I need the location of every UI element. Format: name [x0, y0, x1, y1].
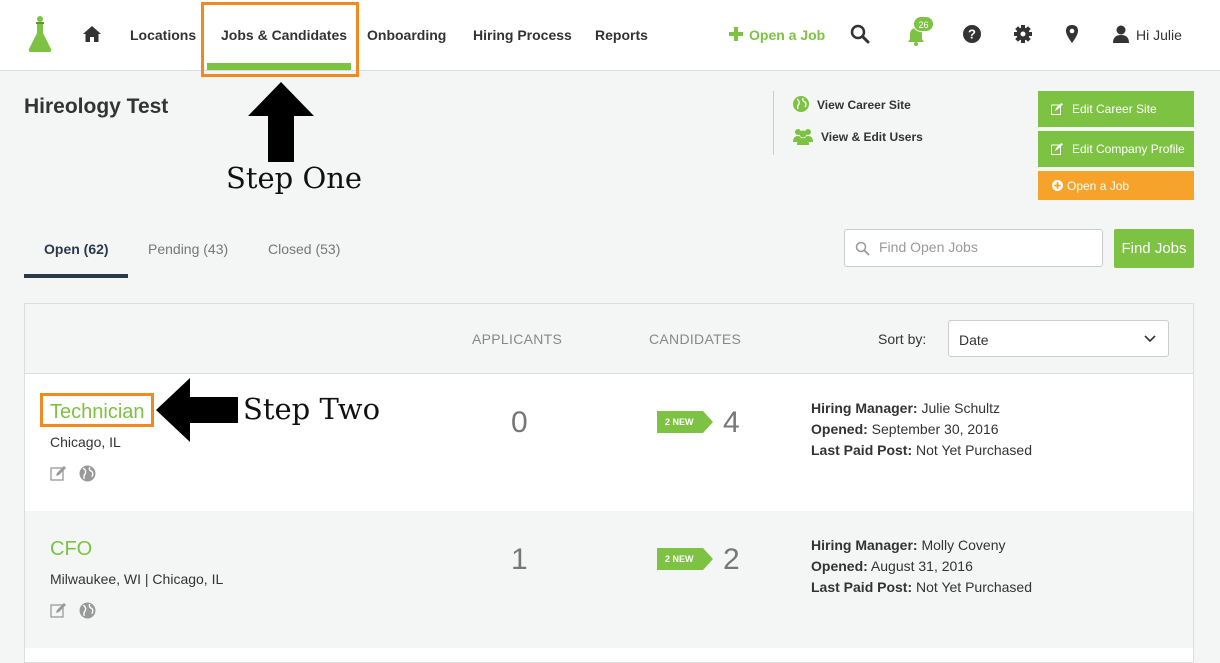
edit-career-site-label: Edit Career Site [1072, 101, 1157, 116]
globe-icon[interactable] [79, 602, 96, 619]
nav-onboarding[interactable]: Onboarding [367, 27, 446, 43]
opened-label: Opened: [811, 421, 868, 437]
step-two-highlight-box [40, 393, 154, 427]
last-paid-value: Not Yet Purchased [916, 442, 1033, 458]
job-location: Chicago, IL [50, 434, 121, 450]
plus-circle-icon [1052, 180, 1063, 191]
last-paid-value: Not Yet Purchased [916, 579, 1033, 595]
edit-company-profile-button[interactable]: Edit Company Profile [1038, 131, 1194, 167]
applicants-count[interactable]: 0 [511, 406, 528, 440]
view-career-site-link[interactable]: View Career Site [817, 98, 911, 112]
view-edit-users-link[interactable]: View & Edit Users [821, 130, 923, 144]
tab-pending[interactable]: Pending (43) [148, 241, 228, 257]
job-meta: Hiring Manager: Julie Schultz Opened: Se… [811, 398, 1032, 461]
chevron-down-icon [1144, 335, 1156, 343]
header-divider [773, 91, 774, 155]
hireology-flask-logo-icon[interactable] [27, 15, 53, 53]
user-greeting[interactable]: Hi Julie [1136, 27, 1182, 43]
gear-icon[interactable] [1013, 24, 1033, 44]
help-icon[interactable]: ? [962, 24, 982, 44]
opened-value: September 30, 2016 [871, 421, 999, 437]
edit-icon[interactable] [50, 465, 67, 482]
hiring-manager-label: Hiring Manager: [811, 400, 918, 416]
user-icon[interactable] [1111, 24, 1131, 44]
edit-career-site-button[interactable]: Edit Career Site [1038, 91, 1194, 127]
table-header: APPLICANTS CANDIDATES Sort by: Date [25, 304, 1193, 374]
globe-icon [793, 96, 809, 112]
hiring-manager-value: Molly Coveny [921, 537, 1006, 553]
hiring-manager-value: Julie Schultz [921, 400, 1001, 416]
last-paid-label: Last Paid Post: [811, 442, 913, 458]
search-icon [855, 241, 870, 256]
users-icon [793, 129, 813, 145]
sort-by-label: Sort by: [878, 331, 927, 347]
top-navigation: Locations Jobs & Candidates Onboarding H… [0, 0, 1220, 71]
search-icon[interactable] [850, 24, 870, 44]
table-row: CFO Milwaukee, WI | Chicago, IL 1 2 NEW … [25, 511, 1193, 648]
find-open-jobs-search [844, 229, 1103, 267]
tab-open[interactable]: Open (62) [44, 241, 109, 257]
last-paid-label: Last Paid Post: [811, 579, 913, 595]
nav-open-job-link[interactable]: Open a Job [749, 27, 825, 43]
new-candidates-badge: 2 NEW [665, 554, 694, 564]
globe-icon[interactable] [79, 465, 96, 482]
find-open-jobs-input[interactable] [879, 239, 1094, 255]
hiring-manager-label: Hiring Manager: [811, 537, 918, 553]
find-jobs-button[interactable]: Find Jobs [1114, 229, 1194, 268]
notification-count-badge: 26 [913, 16, 934, 32]
home-icon[interactable] [82, 24, 102, 44]
sort-by-value: Date [959, 332, 989, 348]
page-title: Hireology Test [24, 95, 169, 118]
plus-icon[interactable] [728, 26, 744, 42]
candidates-count[interactable]: 4 [723, 406, 740, 440]
sort-by-select[interactable]: Date [948, 320, 1169, 357]
nav-locations[interactable]: Locations [130, 27, 196, 43]
job-location: Milwaukee, WI | Chicago, IL [50, 571, 224, 587]
nav-hiring-process[interactable]: Hiring Process [473, 27, 572, 43]
arrow-up-icon [248, 82, 314, 162]
tab-closed[interactable]: Closed (53) [268, 241, 340, 257]
jobs-table: APPLICANTS CANDIDATES Sort by: Date Tech… [24, 303, 1194, 663]
edit-icon [1051, 103, 1063, 115]
svg-text:?: ? [968, 27, 976, 42]
edit-icon[interactable] [50, 602, 67, 619]
new-candidates-badge: 2 NEW [665, 417, 694, 427]
opened-value: August 31, 2016 [870, 558, 973, 574]
map-pin-icon[interactable] [1062, 24, 1082, 44]
open-job-button-label: Open a Job [1067, 178, 1130, 193]
applicants-column-header: APPLICANTS [472, 331, 563, 347]
candidates-column-header: CANDIDATES [649, 331, 742, 347]
edit-icon [1051, 143, 1063, 155]
opened-label: Opened: [811, 558, 868, 574]
applicants-count[interactable]: 1 [511, 543, 528, 577]
arrow-left-icon [156, 378, 238, 442]
nav-reports[interactable]: Reports [595, 27, 648, 43]
job-meta: Hiring Manager: Molly Coveny Opened: Aug… [811, 535, 1032, 598]
step-one-highlight-box [201, 2, 359, 77]
edit-company-profile-label: Edit Company Profile [1072, 141, 1185, 156]
candidates-count[interactable]: 2 [723, 543, 740, 577]
step-two-label: Step Two [243, 392, 381, 426]
step-one-label: Step One [226, 161, 363, 195]
open-job-button[interactable]: Open a Job [1038, 171, 1194, 200]
active-tab-underline [24, 274, 128, 278]
job-title-link[interactable]: CFO [50, 538, 92, 561]
